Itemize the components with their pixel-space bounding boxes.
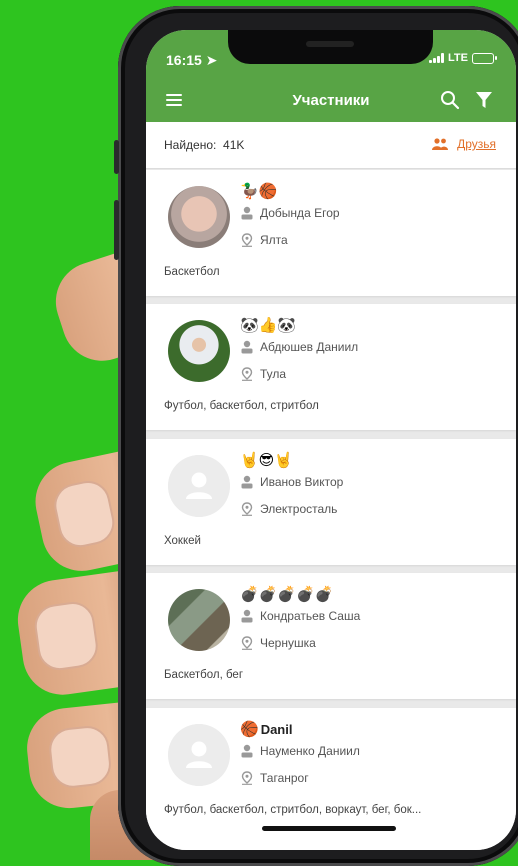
location-pin-icon [241, 636, 253, 650]
signal-bars-icon [429, 53, 445, 63]
page-title: Участники [292, 92, 370, 109]
user-city-row: Чернушка [240, 636, 316, 650]
user-name: Науменко Даниил [260, 744, 360, 758]
location-pin-icon [241, 502, 253, 516]
person-icon [241, 340, 253, 354]
results-bar: Найдено: 41K Друзья [146, 122, 516, 169]
user-card[interactable]: 🤘😎🤘 Иванов Виктор Электросталь Хоккей [146, 439, 516, 565]
user-city: Тула [260, 367, 287, 381]
user-interests: Хоккей [164, 535, 201, 547]
user-city: Электросталь [260, 502, 338, 516]
avatar [168, 186, 230, 248]
person-icon [241, 206, 253, 220]
user-city-row: Таганрог [240, 771, 309, 785]
avatar-placeholder [168, 455, 230, 517]
user-emoji-status: 🤘😎🤘 [240, 452, 293, 469]
user-emoji-status: 🦆🏀 [240, 183, 278, 200]
location-pin-icon [241, 771, 253, 785]
user-nickname: Danil [260, 722, 293, 737]
user-city: Таганрог [260, 771, 309, 785]
friends-link[interactable]: Друзья [431, 137, 496, 151]
user-city-row: Ялта [240, 233, 288, 247]
user-name: Кондратьев Саша [260, 609, 361, 623]
avatar-placeholder [168, 724, 230, 786]
default-avatar-icon [168, 724, 230, 786]
person-icon [241, 609, 253, 623]
user-name: Абдюшев Даниил [260, 340, 359, 354]
user-interests: Футбол, баскетбол, стритбол [164, 400, 319, 412]
user-card[interactable]: 🐼👍🐼 Абдюшев Даниил Тула Футбол, баскетбо… [146, 304, 516, 430]
search-icon[interactable] [440, 90, 460, 110]
friends-icon [432, 138, 449, 150]
user-city-row: Тула [240, 367, 286, 381]
found-count: Найдено: 41K [164, 138, 245, 152]
user-city: Ялта [260, 233, 288, 247]
side-button [114, 200, 119, 260]
user-name-row: Иванов Виктор [240, 475, 343, 489]
user-city: Чернушка [260, 636, 316, 650]
user-name-row: Науменко Даниил [240, 744, 360, 758]
user-emoji-status: 💣💣💣💣💣 [240, 586, 334, 603]
user-emoji-status: 🏀 Danil [240, 721, 293, 738]
avatar [168, 320, 230, 382]
signal-indicator: LTE [429, 52, 497, 64]
user-interests: Футбол, баскетбол, стритбол, воркаут, бе… [164, 804, 422, 816]
person-icon [241, 475, 253, 489]
user-card[interactable]: 💣💣💣💣💣 Кондратьев Саша Чернушка Баскетбол… [146, 573, 516, 699]
user-name-row: Добында Егор [240, 206, 340, 220]
status-time: 16:15 ➤ [166, 52, 218, 68]
person-icon [241, 744, 253, 758]
home-indicator [262, 826, 396, 831]
toolbar: Участники [146, 80, 516, 122]
battery-icon [472, 52, 497, 64]
network-label: LTE [448, 52, 468, 64]
location-pin-icon [241, 367, 253, 381]
user-name-row: Кондратьев Саша [240, 609, 360, 623]
location-pin-icon [241, 233, 253, 247]
user-interests: Баскетбол [164, 266, 220, 278]
user-name: Иванов Виктор [260, 475, 344, 489]
phone-screen: 16:15 ➤ LTE Участники Найдено: 41K Друзь… [146, 30, 516, 850]
default-avatar-icon [168, 455, 230, 517]
user-card[interactable]: 🦆🏀 Добында Егор Ялта Баскетбол [146, 170, 516, 296]
user-name-row: Абдюшев Даниил [240, 340, 358, 354]
user-interests: Баскетбол, бег [164, 669, 244, 681]
user-city-row: Электросталь [240, 502, 337, 516]
avatar [168, 589, 230, 651]
user-name: Добында Егор [260, 206, 340, 220]
user-emoji-status: 🐼👍🐼 [240, 317, 297, 334]
phone-notch [228, 30, 433, 64]
side-button [114, 140, 119, 174]
filter-icon[interactable] [474, 90, 494, 110]
